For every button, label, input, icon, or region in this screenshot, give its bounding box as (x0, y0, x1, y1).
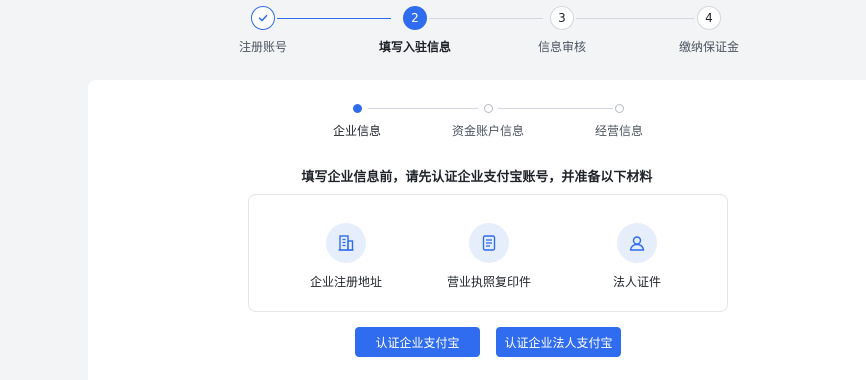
step-label: 注册账号 (238, 40, 287, 54)
step-number: 3 (550, 6, 574, 30)
step-1-circle (251, 6, 275, 30)
step-number: 2 (403, 6, 427, 30)
material-label: 营业执照复印件 (446, 275, 531, 289)
verify-alipay-button[interactable]: 认证企业支付宝 (355, 327, 480, 357)
material-label: 企业注册地址 (309, 275, 382, 289)
step-review: 3 信息审核 (517, 6, 607, 55)
check-icon (258, 14, 268, 22)
document-icon (469, 223, 509, 263)
instruction-headline: 填写企业信息前，请先认证企业支付宝账号，并准备以下材料 (301, 170, 653, 185)
material-item-legal-id: 法人证件 (572, 223, 702, 290)
materials-panel: 企业注册地址 营业执照复印件 法人证件 (248, 194, 728, 312)
substep-dot (483, 104, 493, 113)
person-icon (617, 223, 657, 263)
substep-enterprise-info: 企业信息 (297, 104, 417, 139)
substep-label: 企业信息 (332, 124, 381, 138)
material-item-address: 企业注册地址 (281, 223, 411, 290)
substep-business-info: 经营信息 (559, 104, 679, 139)
step-fill-info: 2 填写入驻信息 (370, 6, 460, 55)
step-number: 4 (697, 6, 721, 30)
substep-fund-account: 资金账户信息 (428, 104, 548, 139)
substep-label: 资金账户信息 (451, 124, 524, 138)
substep-label: 经营信息 (594, 124, 643, 138)
enterprise-info-card: 企业信息 资金账户信息 经营信息 填写企业信息前，请先认证企业支付宝账号，并准备… (88, 80, 866, 380)
substep-dot (614, 104, 624, 113)
step-label: 信息审核 (537, 40, 586, 54)
step-label: 填写入驻信息 (378, 40, 451, 54)
material-item-license: 营业执照复印件 (424, 223, 554, 290)
step-register-account: 注册账号 (218, 6, 308, 55)
substep-dot (352, 104, 362, 113)
material-label: 法人证件 (612, 275, 661, 289)
step-deposit: 4 缴纳保证金 (664, 6, 754, 55)
verify-legal-alipay-button[interactable]: 认证企业法人支付宝 (496, 327, 621, 357)
building-icon (326, 223, 366, 263)
step-label: 缴纳保证金 (678, 40, 739, 54)
